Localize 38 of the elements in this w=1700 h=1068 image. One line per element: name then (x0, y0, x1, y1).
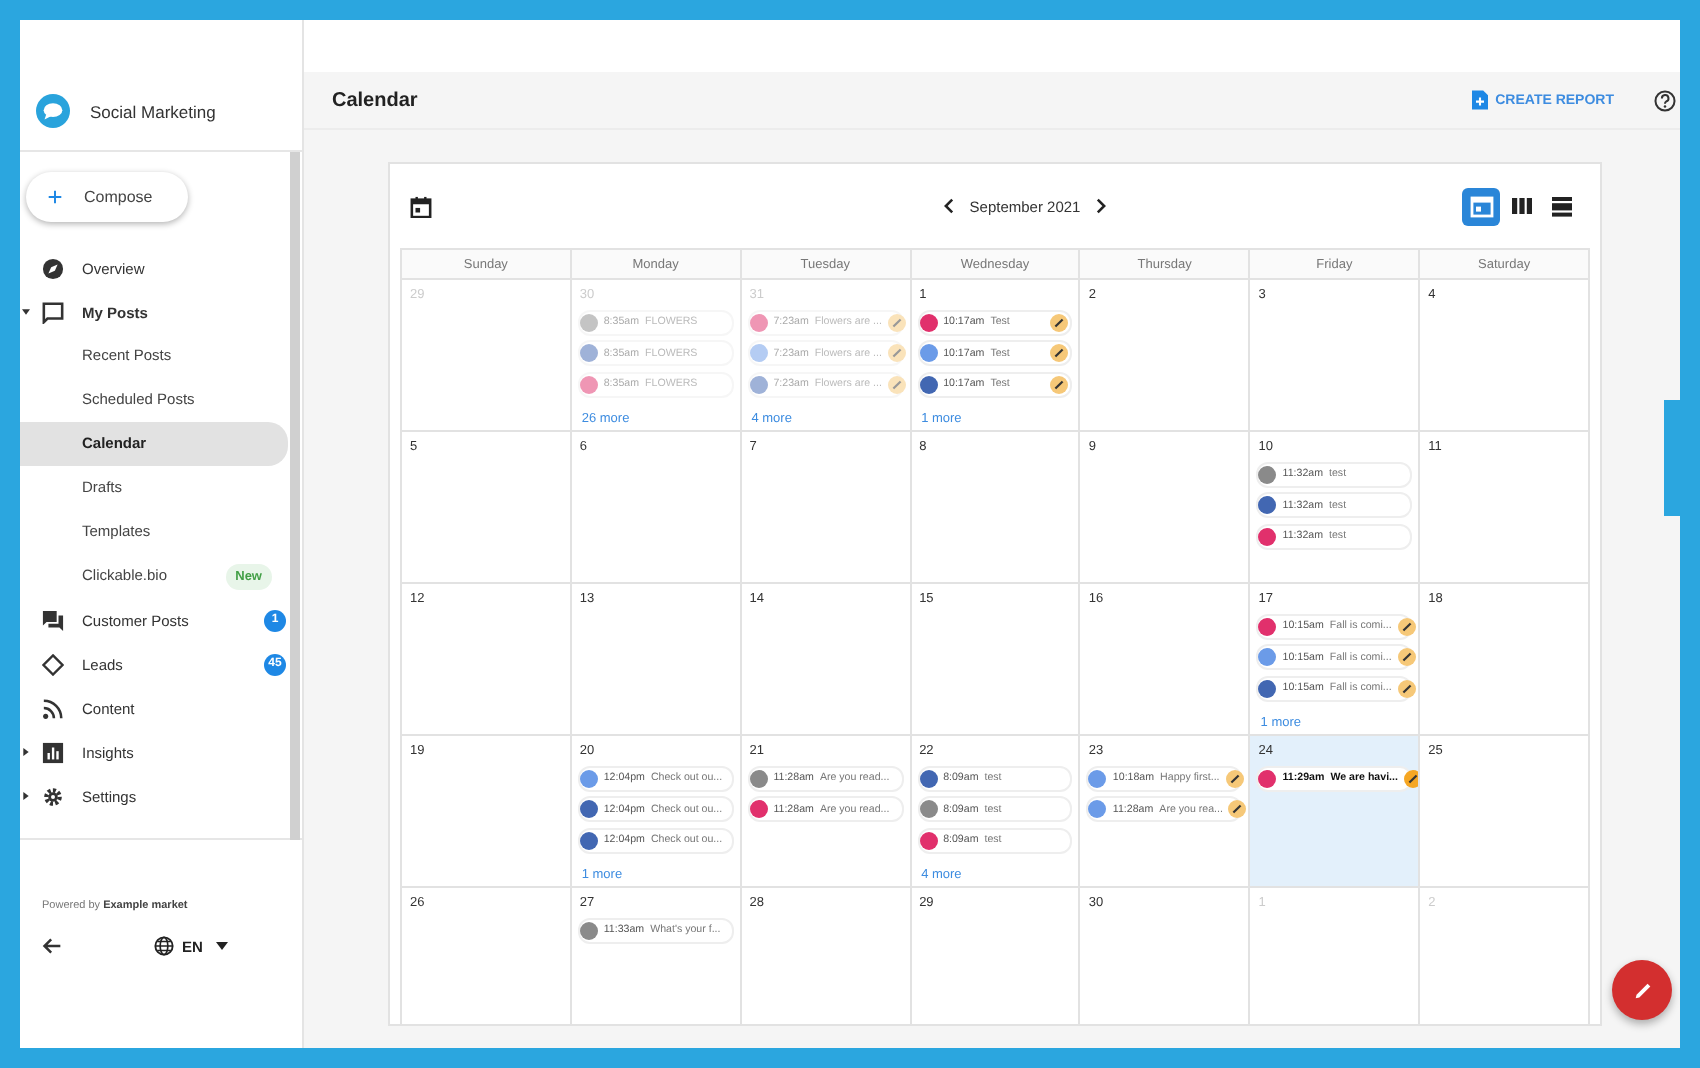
calendar-today-icon[interactable] (410, 195, 432, 217)
columns-icon (1509, 194, 1533, 218)
scrollbar[interactable] (290, 152, 300, 840)
edit-fab[interactable] (1612, 960, 1672, 1020)
pencil-icon[interactable] (1403, 769, 1419, 787)
pencil-icon[interactable] (1397, 679, 1416, 697)
caret-icon[interactable] (22, 748, 30, 756)
settings-icon (42, 785, 64, 807)
rss-icon (42, 697, 64, 719)
chat-bubble-logo-icon (36, 94, 70, 128)
help-icon[interactable] (1654, 89, 1676, 111)
caret-icon[interactable] (22, 308, 30, 316)
caret-icon[interactable] (22, 792, 30, 800)
pencil-icon (1631, 979, 1653, 1001)
pencil-icon[interactable] (1397, 617, 1416, 635)
pencil-icon[interactable] (1050, 313, 1069, 331)
pencil-icon[interactable] (1397, 648, 1416, 666)
bar-chart-icon (42, 741, 64, 763)
rows-icon (1549, 194, 1573, 218)
calendar-icon (1469, 194, 1493, 218)
pencil-icon[interactable] (1228, 800, 1247, 818)
caret-icon (216, 942, 229, 950)
plus-icon (48, 190, 62, 204)
app-name: Social Marketing (90, 101, 216, 121)
pencil-icon[interactable] (1050, 344, 1069, 362)
message-icon (42, 301, 64, 323)
back-arrow-icon[interactable] (42, 936, 62, 956)
globe-icon (154, 936, 174, 956)
pencil-icon[interactable] (1225, 769, 1244, 787)
next-month-icon[interactable] (1096, 198, 1107, 214)
compose-button[interactable]: Compose (26, 172, 188, 222)
chat-icon (42, 609, 64, 631)
previous-month-icon[interactable] (943, 198, 954, 214)
compass-icon (42, 257, 64, 279)
month-view-button[interactable] (1462, 187, 1500, 225)
add-document-icon (1471, 90, 1488, 110)
pencil-icon[interactable] (1050, 375, 1069, 393)
page-title: Calendar (332, 89, 420, 111)
